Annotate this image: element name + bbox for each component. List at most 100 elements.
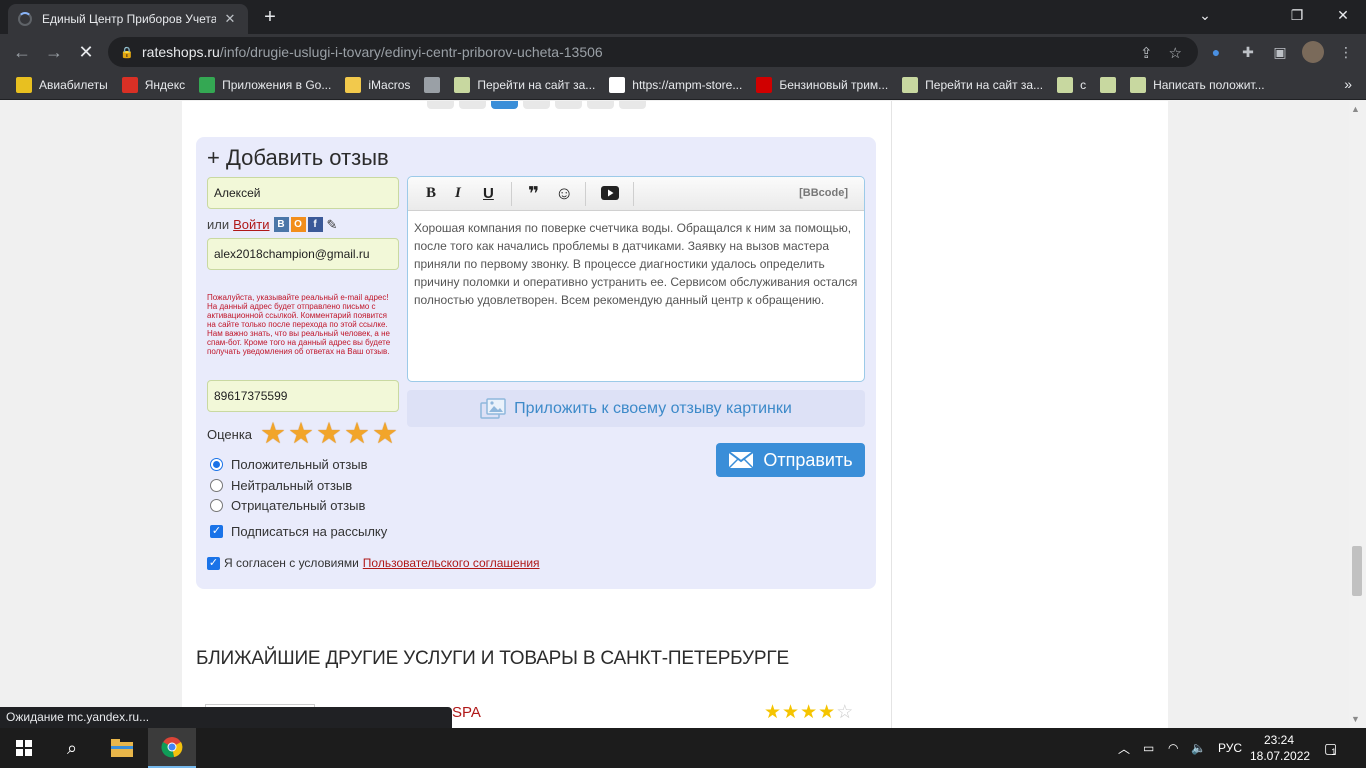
pager-item[interactable] (427, 101, 454, 109)
pager-item[interactable] (459, 101, 486, 109)
extensions-puzzle-icon[interactable]: ✚ (1238, 42, 1258, 62)
bookmark-item[interactable]: https://ampm-store... (609, 76, 742, 93)
agree-checkbox[interactable]: ✓ (207, 556, 220, 570)
bookmark-item[interactable]: Яндекс (121, 76, 185, 93)
subscribe-label: Подписаться на рассылку (231, 524, 388, 539)
language-indicator[interactable]: РУС (1218, 728, 1242, 768)
new-tab-button[interactable]: + (258, 6, 282, 30)
bookmark-item[interactable]: Перейти на сайт за... (902, 76, 1044, 93)
bookmark-item[interactable]: Авиабилеты (16, 76, 108, 93)
address-bar[interactable]: 🔒 rateshops.ru /info/drugie-uslugi-i-tov… (108, 37, 1198, 67)
bookmark-item[interactable]: Написать положит... (1130, 76, 1265, 93)
google-play-icon (199, 76, 216, 93)
lock-icon: 🔒 (120, 47, 134, 59)
file-explorer-icon[interactable] (98, 728, 146, 768)
quote-icon[interactable]: ❞ (528, 183, 539, 205)
bookmark-item[interactable] (1100, 76, 1117, 93)
bookmarks-overflow-icon[interactable]: » (1344, 76, 1352, 92)
name-field[interactable]: Алексей (207, 177, 399, 209)
radio-negative[interactable]: Отрицательный отзыв (210, 498, 365, 513)
battery-icon[interactable]: ▭ (1143, 728, 1154, 768)
bookmark-label: iMacros (368, 77, 411, 92)
agree-text: Я согласен с условиями (224, 556, 359, 570)
bookmark-label: Бензиновый трим... (779, 77, 889, 92)
tab-close-icon[interactable]: ✕ (222, 11, 238, 27)
bookmark-item[interactable]: Приложения в Go... (199, 76, 331, 93)
system-clock[interactable]: 23:24 18.07.2022 (1250, 732, 1310, 764)
subscribe-checkbox[interactable]: ✓ (210, 525, 223, 538)
rating-star-icon[interactable]: ★ (260, 418, 286, 450)
radio-button[interactable] (210, 479, 223, 492)
tray-chevron-icon[interactable]: ︿ (1118, 728, 1130, 768)
close-window-button[interactable]: ✕ (1320, 0, 1366, 30)
chrome-menu-icon[interactable]: ⋮ (1336, 42, 1356, 62)
scrollbar-track[interactable] (1349, 101, 1366, 728)
picture-icon (480, 397, 506, 419)
login-link[interactable]: Войти (233, 217, 269, 232)
subscribe-checkbox-row[interactable]: ✓ Подписаться на рассылку (210, 524, 387, 539)
video-icon[interactable] (601, 186, 619, 204)
rating-star-icon[interactable]: ★ (344, 418, 370, 450)
facebook-icon[interactable]: f (307, 217, 323, 232)
scrollbar-thumb[interactable] (1352, 546, 1362, 596)
pager-item[interactable] (555, 101, 582, 109)
bookmark-item[interactable]: с (1057, 76, 1087, 93)
share-icon[interactable]: ⇪ (1140, 44, 1153, 62)
odnoklassniki-icon[interactable]: О (290, 217, 306, 232)
rating-star-icon[interactable]: ★ (372, 418, 398, 450)
search-icon[interactable]: ⌕ (48, 728, 96, 768)
scroll-down-icon[interactable]: ▼ (1351, 714, 1360, 724)
bookmark-star-icon[interactable]: ☆ (1169, 44, 1182, 62)
rating-star-icon[interactable]: ★ (288, 418, 314, 450)
smiley-icon[interactable]: ☺ (555, 183, 573, 203)
bbcode-button[interactable]: [BBcode] (799, 187, 848, 199)
italic-icon[interactable]: I (455, 185, 461, 203)
underline-icon[interactable]: U (483, 185, 494, 203)
edit-pen-icon[interactable]: ✎ (325, 217, 340, 232)
pager-item[interactable] (587, 101, 614, 109)
profile-avatar[interactable] (1302, 41, 1324, 63)
bookmark-item[interactable] (424, 76, 441, 93)
side-panel-icon[interactable]: ▣ (1270, 42, 1290, 62)
radio-button[interactable] (210, 458, 223, 471)
stop-loading-button[interactable]: ✕ (73, 39, 99, 65)
radio-positive[interactable]: Положительный отзыв (210, 457, 368, 472)
attach-images-button[interactable]: Приложить к своему отзыву картинки (407, 390, 865, 427)
bookmark-label: Перейти на сайт за... (925, 77, 1044, 92)
tab-search-icon[interactable]: ⌄ (1182, 0, 1228, 30)
bold-icon[interactable]: B (426, 185, 436, 203)
vk-icon[interactable]: В (273, 217, 289, 232)
windows-start-icon[interactable] (0, 728, 48, 768)
volume-muted-icon[interactable]: 🔈 (1191, 728, 1206, 768)
bookmark-item[interactable]: Перейти на сайт за... (454, 76, 596, 93)
restore-window-button[interactable]: ❐ (1274, 0, 1320, 30)
back-button[interactable]: ← (9, 39, 35, 65)
column-divider (891, 101, 892, 728)
bookmark-label: с (1080, 77, 1087, 92)
rating-star-icon[interactable]: ★ (316, 418, 342, 450)
radio-neutral[interactable]: Нейтральный отзыв (210, 478, 352, 493)
phone-field[interactable]: 89617375599 (207, 380, 399, 412)
radio-button[interactable] (210, 499, 223, 512)
pager-item[interactable] (619, 101, 646, 109)
notifications-icon[interactable]: ▢ 1 (1324, 728, 1337, 768)
chrome-taskbar-icon[interactable] (148, 728, 196, 768)
pager-item-active[interactable] (491, 101, 518, 109)
nearby-star-icon: ☆ (836, 702, 855, 723)
toolbar-separator (585, 182, 586, 206)
ampm-icon (609, 76, 626, 93)
bookmark-item[interactable]: iMacros (345, 76, 411, 93)
submit-button[interactable]: Отправить (716, 443, 865, 477)
bookmark-label: Перейти на сайт за... (477, 77, 596, 92)
login-row: или Войти В О f ✎ (207, 217, 340, 232)
forward-button[interactable]: → (41, 39, 67, 65)
review-textarea[interactable]: Хорошая компания по поверке счетчика вод… (414, 219, 860, 309)
network-icon[interactable]: ◠ (1168, 728, 1178, 768)
scroll-up-icon[interactable]: ▲ (1351, 104, 1360, 114)
pager-item[interactable] (523, 101, 550, 109)
extension-globe-icon[interactable]: ● (1206, 42, 1226, 62)
user-agreement-link[interactable]: Пользовательского соглашения (363, 556, 540, 570)
browser-tab[interactable]: Единый Центр Приборов Учета ✕ (8, 4, 248, 34)
bookmark-item[interactable]: Бензиновый трим... (756, 76, 889, 93)
email-field[interactable]: alex2018champion@gmail.ru (207, 238, 399, 270)
